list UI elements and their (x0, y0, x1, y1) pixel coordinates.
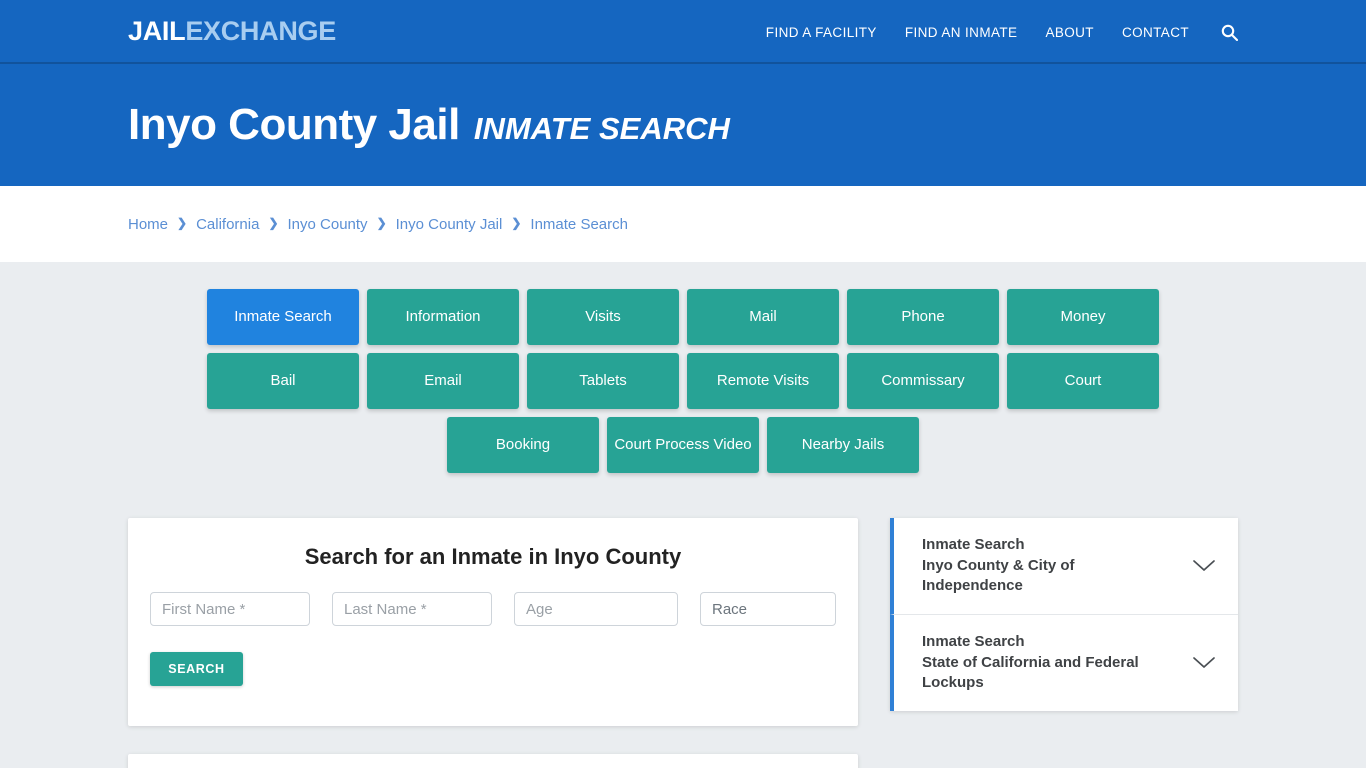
inmate-search-card: Search for an Inmate in Inyo County Race… (128, 518, 858, 726)
accordion-item-subtitle: State of California and Federal Lockups (922, 653, 1139, 692)
breadcrumb-separator-icon: ❯ (268, 216, 279, 230)
breadcrumb-bar: Home ❯ California ❯ Inyo County ❯ Inyo C… (0, 186, 1366, 262)
logo-text-secondary: EXCHANGE (185, 16, 336, 46)
breadcrumb-separator-icon: ❯ (376, 216, 387, 230)
age-input[interactable] (514, 592, 678, 626)
accordion-item-title: Inmate Search (922, 633, 1025, 651)
page-title: Inyo County Jail (128, 100, 460, 149)
tab-tablets[interactable]: Tablets (527, 353, 679, 409)
breadcrumb-separator-icon: ❯ (177, 216, 188, 230)
facility-section-tabs: Inmate Search Information Visits Mail Ph… (128, 289, 1238, 473)
tab-nearby-jails[interactable]: Nearby Jails (767, 417, 919, 473)
top-navigation-bar: JAILEXCHANGE FIND A FACILITY FIND AN INM… (0, 0, 1366, 64)
nav-item-find-a-facility[interactable]: FIND A FACILITY (752, 25, 891, 40)
logo-text-primary: JAIL (128, 16, 186, 46)
tab-email[interactable]: Email (367, 353, 519, 409)
tab-bail[interactable]: Bail (207, 353, 359, 409)
main-content: Inmate Search Information Visits Mail Ph… (0, 262, 1366, 768)
page-hero: Inyo County Jail INMATE SEARCH (0, 64, 1366, 186)
primary-nav: FIND A FACILITY FIND AN INMATE ABOUT CON… (752, 0, 1238, 64)
right-column: Inmate Search Inyo County & City of Inde… (890, 518, 1238, 712)
tab-mail[interactable]: Mail (687, 289, 839, 345)
tab-information[interactable]: Information (367, 289, 519, 345)
tab-commissary[interactable]: Commissary (847, 353, 999, 409)
results-card (128, 754, 858, 768)
nav-item-find-an-inmate[interactable]: FIND AN INMATE (891, 25, 1032, 40)
nav-item-contact[interactable]: CONTACT (1108, 25, 1203, 40)
site-logo[interactable]: JAILEXCHANGE (128, 18, 336, 45)
accordion-item-state-federal[interactable]: Inmate Search State of California and Fe… (890, 615, 1238, 712)
tab-court[interactable]: Court (1007, 353, 1159, 409)
search-form-heading: Search for an Inmate in Inyo County (304, 544, 682, 569)
breadcrumb-separator-icon: ❯ (511, 216, 522, 230)
tab-remote-visits[interactable]: Remote Visits (687, 353, 839, 409)
tab-visits[interactable]: Visits (527, 289, 679, 345)
tab-money[interactable]: Money (1007, 289, 1159, 345)
chevron-down-icon[interactable] (1192, 656, 1216, 670)
first-name-input[interactable] (150, 592, 310, 626)
breadcrumb-item-inyo-county-jail[interactable]: Inyo County Jail (396, 216, 503, 233)
search-submit-button[interactable]: SEARCH (150, 652, 243, 686)
accordion-item-county[interactable]: Inmate Search Inyo County & City of Inde… (890, 518, 1238, 616)
breadcrumb-item-inmate-search[interactable]: Inmate Search (530, 216, 628, 233)
breadcrumb-item-home[interactable]: Home (128, 216, 168, 233)
tab-court-process-video[interactable]: Court Process Video (607, 417, 759, 473)
page-subtitle: INMATE SEARCH (473, 111, 730, 146)
tab-booking[interactable]: Booking (447, 417, 599, 473)
breadcrumb-item-california[interactable]: California (196, 216, 259, 233)
left-column: Search for an Inmate in Inyo County Race… (128, 518, 858, 768)
nav-item-about[interactable]: ABOUT (1031, 25, 1108, 40)
tab-phone[interactable]: Phone (847, 289, 999, 345)
breadcrumb: Home ❯ California ❯ Inyo County ❯ Inyo C… (0, 216, 628, 233)
last-name-input[interactable] (332, 592, 492, 626)
search-icon[interactable] (1203, 24, 1238, 41)
accordion-item-subtitle: Inyo County & City of Independence (922, 556, 1075, 595)
search-form-fields: Race (150, 592, 836, 626)
tab-inmate-search[interactable]: Inmate Search (207, 289, 359, 345)
chevron-down-icon[interactable] (1192, 559, 1216, 573)
accordion-item-title: Inmate Search (922, 536, 1025, 553)
breadcrumb-item-inyo-county[interactable]: Inyo County (288, 216, 368, 233)
inmate-search-accordion: Inmate Search Inyo County & City of Inde… (890, 518, 1238, 712)
race-select[interactable]: Race (700, 592, 836, 626)
